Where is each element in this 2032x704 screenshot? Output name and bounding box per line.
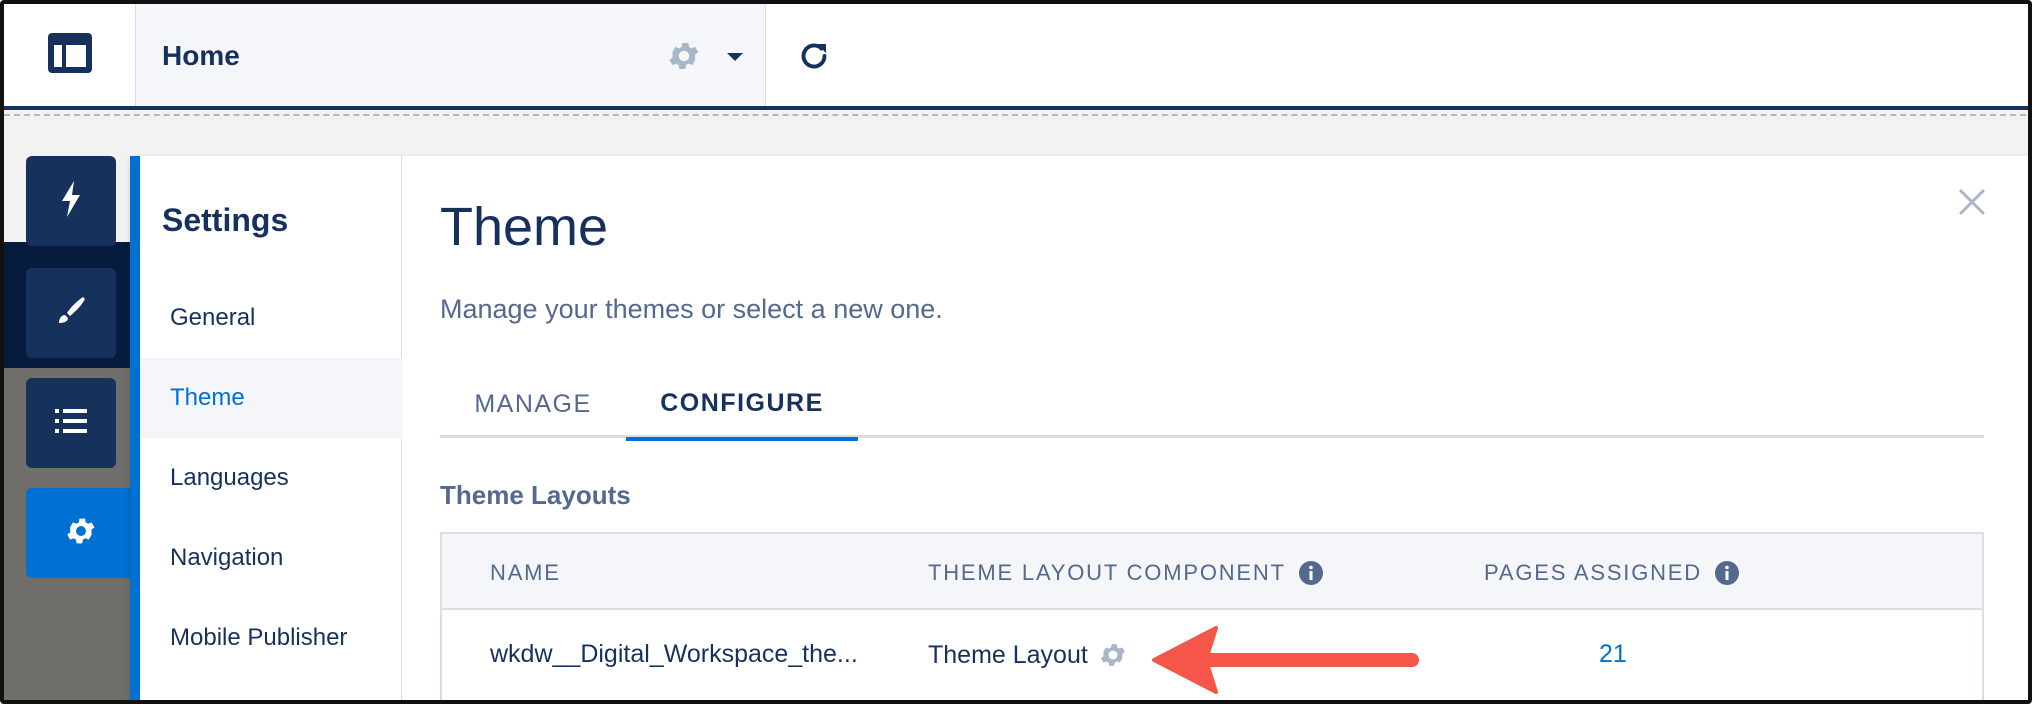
settings-nav-theme[interactable]: Theme — [140, 358, 402, 438]
rail-lightning-button[interactable] — [26, 156, 116, 246]
column-header-pages: PAGES ASSIGNED — [1484, 560, 1740, 586]
tab-configure[interactable]: CONFIGURE — [626, 370, 858, 441]
table-header: NAME THEME LAYOUT COMPONENT PAGES ASSIGN… — [442, 534, 1982, 610]
settings-nav: Settings General Theme Languages Navigat… — [140, 156, 402, 700]
close-icon[interactable] — [1958, 188, 1986, 221]
rail-settings-button[interactable] — [26, 488, 136, 578]
layout-icon — [46, 31, 94, 80]
pages-assigned-link[interactable]: 21 — [1599, 640, 1627, 669]
info-icon[interactable] — [1298, 560, 1324, 586]
page-title: Home — [162, 40, 240, 71]
brush-icon — [53, 293, 89, 334]
column-header-label: NAME — [490, 560, 561, 585]
section-heading: Theme Layouts — [440, 480, 631, 510]
settings-nav-navigation[interactable]: Navigation — [140, 518, 402, 598]
list-icon — [53, 406, 89, 441]
chevron-down-icon[interactable] — [726, 50, 744, 68]
column-header-label: THEME LAYOUT COMPONENT — [928, 560, 1286, 585]
app-window: Home Settings General Theme Languages Na… — [0, 0, 2032, 704]
gear-icon — [64, 514, 98, 553]
rail-list-button[interactable] — [26, 378, 116, 468]
settings-nav-mobile-publisher[interactable]: Mobile Publisher — [140, 598, 402, 678]
gear-icon[interactable] — [1098, 640, 1128, 670]
rail-brush-button[interactable] — [26, 268, 116, 358]
refresh-icon[interactable] — [796, 38, 832, 79]
settings-nav-languages[interactable]: Languages — [140, 438, 402, 518]
page-selector[interactable]: Home — [136, 4, 766, 106]
column-header-label: PAGES ASSIGNED — [1484, 560, 1702, 585]
page-heading: Theme — [440, 197, 609, 257]
page-subtitle: Manage your themes or select a new one. — [440, 294, 943, 324]
theme-layout-name: wkdw__Digital_Workspace_the... — [490, 640, 858, 668]
lightning-icon — [56, 179, 86, 224]
layout-button[interactable] — [4, 4, 136, 106]
info-icon[interactable] — [1714, 560, 1740, 586]
theme-tabs: MANAGE CONFIGURE — [440, 370, 1984, 441]
gear-icon[interactable] — [666, 38, 702, 79]
top-header: Home — [4, 4, 2028, 110]
settings-panel: Settings General Theme Languages Navigat… — [130, 156, 2028, 700]
canvas-divider — [4, 114, 2028, 116]
annotation-arrow-icon — [1150, 622, 1420, 700]
column-header-name: NAME — [490, 560, 561, 586]
column-header-component: THEME LAYOUT COMPONENT — [928, 560, 1324, 586]
component-label: Theme Layout — [928, 640, 1088, 669]
settings-nav-general[interactable]: General — [140, 278, 402, 358]
theme-layout-component: Theme Layout — [928, 640, 1128, 670]
settings-heading: Settings — [162, 202, 289, 238]
tab-manage[interactable]: MANAGE — [440, 370, 626, 438]
